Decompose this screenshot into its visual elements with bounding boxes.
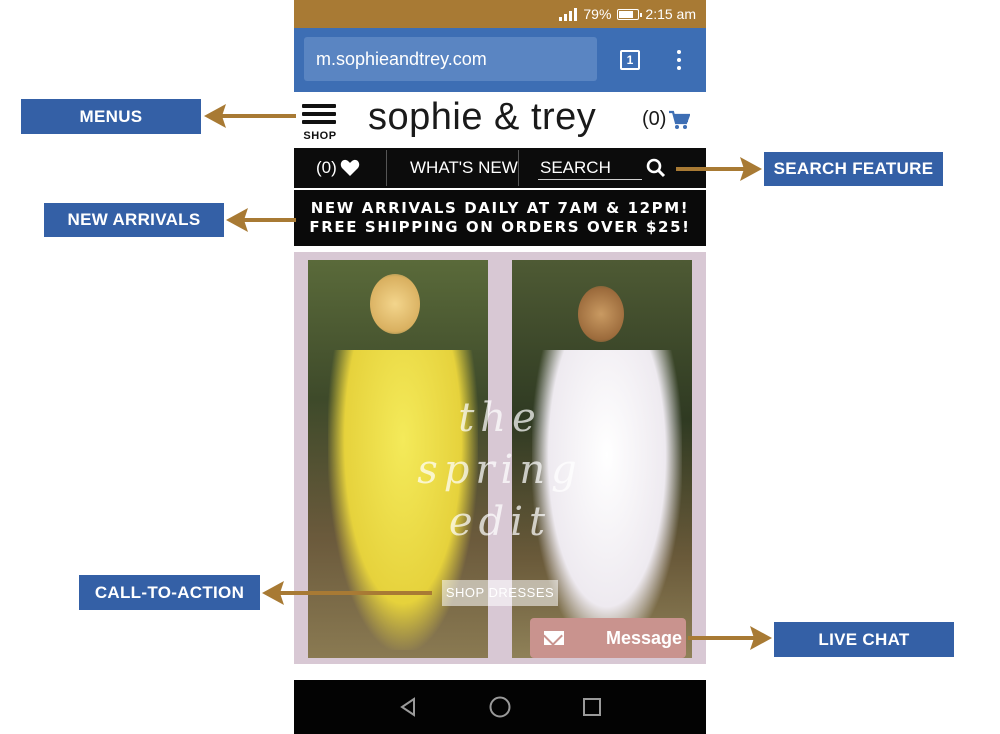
annotated-screenshot: MENUS SEARCH FEATURE NEW ARRIVALS CALL-T… bbox=[0, 0, 1000, 734]
tabs-icon[interactable]: 1 bbox=[620, 50, 640, 70]
site-nav: (0) WHAT'S NEW SEARCH bbox=[294, 148, 706, 188]
menus-arrow bbox=[204, 104, 296, 128]
browser-toolbar: m.sophieandtrey.com 1 bbox=[294, 28, 706, 92]
model-head bbox=[370, 274, 420, 334]
back-icon[interactable] bbox=[398, 680, 418, 734]
overflow-menu-icon[interactable] bbox=[676, 50, 682, 70]
cart-count: (0) bbox=[642, 108, 667, 130]
url-field[interactable]: m.sophieandtrey.com bbox=[304, 37, 597, 81]
nav-divider bbox=[518, 150, 519, 186]
battery-icon bbox=[617, 8, 643, 20]
promo-line-1: NEW ARRIVALS DAILY AT 7AM & 12PM! bbox=[310, 199, 690, 217]
wishlist-button[interactable]: (0) bbox=[316, 148, 360, 188]
site-header: SHOP sophie & trey (0) bbox=[294, 92, 706, 148]
search-underline bbox=[538, 179, 642, 180]
chat-label: Message bbox=[606, 627, 683, 648]
system-nav-bar bbox=[294, 680, 706, 734]
search-icon[interactable] bbox=[646, 148, 666, 188]
promo-line-2: FREE SHIPPING ON ORDERS OVER $25! bbox=[309, 218, 691, 236]
hero-banner[interactable]: the spring edit SHOP DRESSES Message bbox=[294, 252, 706, 664]
wishlist-count: (0) bbox=[316, 158, 337, 177]
envelope-icon bbox=[544, 631, 564, 645]
phone-screen: 79% 2:15 am m.sophieandtrey.com 1 SHOP s… bbox=[294, 0, 706, 734]
site-logo[interactable]: sophie & trey bbox=[368, 96, 596, 139]
call-to-action-annotation: CALL-TO-ACTION bbox=[79, 575, 260, 610]
whats-new-link[interactable]: WHAT'S NEW bbox=[410, 148, 518, 188]
new-arrivals-annotation: NEW ARRIVALS bbox=[44, 203, 224, 237]
status-bar: 79% 2:15 am bbox=[294, 0, 706, 28]
promo-banner[interactable]: NEW ARRIVALS DAILY AT 7AM & 12PM! FREE S… bbox=[294, 190, 706, 246]
shop-dresses-button[interactable]: SHOP DRESSES bbox=[442, 580, 558, 606]
hamburger-menu-icon[interactable]: SHOP bbox=[300, 98, 338, 142]
shop-menu-label[interactable]: SHOP bbox=[302, 130, 338, 142]
battery-percent: 79% bbox=[583, 6, 612, 22]
search-feature-annotation: SEARCH FEATURE bbox=[764, 152, 943, 186]
menus-annotation: MENUS bbox=[21, 99, 201, 134]
cart-icon bbox=[669, 110, 691, 129]
model-head bbox=[578, 286, 624, 342]
heart-icon bbox=[340, 159, 359, 176]
live-chat-annotation: LIVE CHAT bbox=[774, 622, 954, 657]
cart-button[interactable]: (0) bbox=[642, 108, 691, 131]
clock: 2:15 am bbox=[645, 6, 696, 22]
signal-icon bbox=[559, 7, 578, 21]
home-icon[interactable] bbox=[488, 680, 512, 734]
recents-icon[interactable] bbox=[582, 680, 602, 734]
hero-script-text: the spring edit bbox=[417, 395, 583, 545]
search-input[interactable]: SEARCH bbox=[540, 148, 611, 188]
new-arrivals-arrow bbox=[226, 208, 296, 232]
live-chat-button[interactable]: Message bbox=[530, 618, 686, 658]
nav-divider bbox=[386, 150, 387, 186]
